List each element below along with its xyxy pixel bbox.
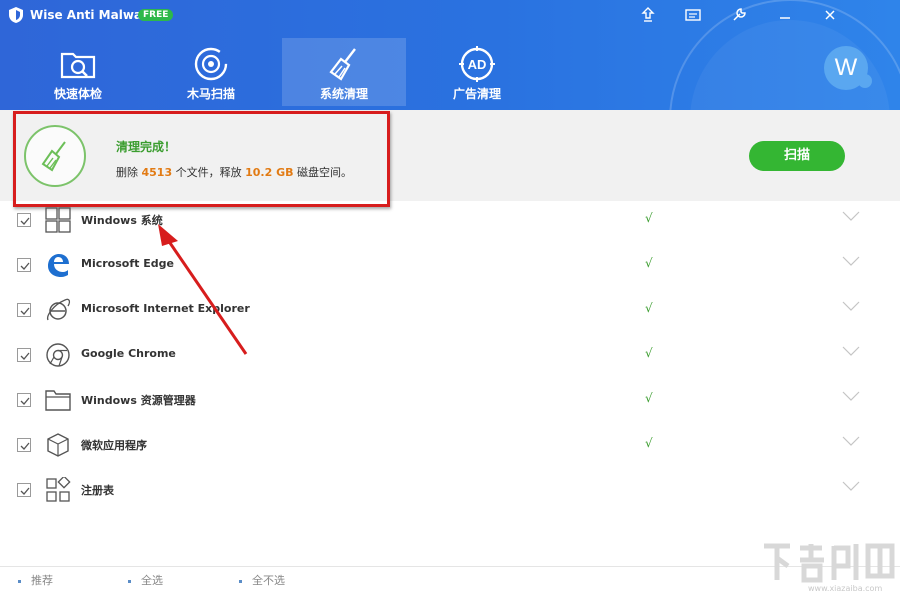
title-bar: Wise Anti Malware FREE <box>0 0 900 30</box>
tab-quick-check-label: 快速体检 <box>53 87 102 101</box>
list-item[interactable]: Google Chrome √ <box>0 336 900 381</box>
chrome-icon <box>46 343 70 367</box>
item-checkbox[interactable] <box>17 213 31 227</box>
item-checkbox[interactable] <box>17 483 31 497</box>
list-item[interactable]: Microsoft Internet Explorer √ <box>0 291 900 336</box>
free-badge: FREE <box>138 9 174 21</box>
tab-system-clean[interactable]: 系统清理 <box>282 38 406 106</box>
chevron-down-icon[interactable] <box>842 346 860 356</box>
tab-ad-clean[interactable]: AD 广告清理 <box>415 38 539 106</box>
checkmark-icon <box>20 352 30 360</box>
item-checkbox[interactable] <box>17 258 31 272</box>
upload-button[interactable] <box>637 5 659 25</box>
upload-icon <box>641 7 655 22</box>
watermark-url: www.xiazaiba.com <box>808 584 883 593</box>
chevron-down-icon[interactable] <box>842 436 860 446</box>
annotation-highlight-box <box>13 111 390 207</box>
cube-icon <box>47 433 69 457</box>
item-label: 注册表 <box>81 484 114 497</box>
select-none-label: 全不选 <box>252 574 285 587</box>
bullet <box>239 579 242 583</box>
tab-trojan-scan-label: 木马扫描 <box>186 87 235 101</box>
watermark-logo <box>764 543 895 583</box>
list-item[interactable]: Windows 系统 √ <box>0 201 900 246</box>
radar-icon <box>194 47 228 81</box>
tab-ad-clean-label: 广告清理 <box>452 87 501 101</box>
item-label: Microsoft Edge <box>81 257 174 270</box>
minimize-button[interactable] <box>774 5 796 25</box>
item-checkbox[interactable] <box>17 393 31 407</box>
chevron-down-icon[interactable] <box>842 391 860 401</box>
broom-icon <box>329 48 356 81</box>
bullet <box>18 579 21 583</box>
item-label: Windows 资源管理器 <box>81 394 196 407</box>
list-item[interactable]: 注册表 <box>0 471 900 516</box>
folder-search-icon <box>60 52 96 79</box>
list-item[interactable]: Windows 资源管理器 √ <box>0 381 900 426</box>
tools-icon <box>733 8 746 21</box>
select-all-link[interactable]: 全选 <box>128 572 163 588</box>
svg-text:AD: AD <box>468 57 487 72</box>
select-none-link[interactable]: 全不选 <box>239 572 285 588</box>
item-label: Microsoft Internet Explorer <box>81 302 250 315</box>
item-status: √ <box>645 391 653 405</box>
windows-icon <box>45 207 71 233</box>
explorer-folder-icon <box>45 390 71 411</box>
checkmark-icon <box>20 487 30 495</box>
item-checkbox[interactable] <box>17 438 31 452</box>
tab-quick-check[interactable]: 快速体检 <box>16 38 140 106</box>
recommend-link[interactable]: 推荐 <box>18 572 53 588</box>
chevron-down-icon[interactable] <box>842 211 860 221</box>
item-status: √ <box>645 436 653 450</box>
chevron-down-icon[interactable] <box>842 301 860 311</box>
select-all-label: 全选 <box>141 574 163 587</box>
list-item[interactable]: 微软应用程序 √ <box>0 426 900 471</box>
item-label: Windows 系统 <box>81 214 163 227</box>
checkmark-icon <box>20 307 30 315</box>
tab-system-clean-label: 系统清理 <box>319 87 368 101</box>
checkmark-icon <box>20 217 30 225</box>
item-status: √ <box>645 346 653 360</box>
avatar[interactable]: W <box>824 46 868 90</box>
feedback-icon <box>685 9 701 21</box>
item-status: √ <box>645 211 653 225</box>
recommend-label: 推荐 <box>31 574 53 587</box>
minimize-icon <box>780 17 790 19</box>
chevron-down-icon[interactable] <box>842 481 860 491</box>
item-checkbox[interactable] <box>17 348 31 362</box>
item-label: 微软应用程序 <box>81 439 147 452</box>
tools-button[interactable] <box>728 5 750 25</box>
ad-icon: AD <box>459 46 495 82</box>
checkmark-icon <box>20 397 30 405</box>
shield-logo-icon <box>9 7 23 23</box>
item-checkbox[interactable] <box>17 303 31 317</box>
tab-trojan-scan[interactable]: 木马扫描 <box>149 38 273 106</box>
header-bar: Wise Anti Malware FREE 快速体检 木马扫描 系统清理 AD… <box>0 0 900 110</box>
ie-icon <box>47 298 71 321</box>
feedback-button[interactable] <box>682 5 704 25</box>
checkmark-icon <box>20 262 30 270</box>
list-item[interactable]: Microsoft Edge √ <box>0 246 900 291</box>
chevron-down-icon[interactable] <box>842 256 860 266</box>
edge-icon <box>48 254 69 277</box>
checkmark-icon <box>20 442 30 450</box>
close-button[interactable] <box>819 5 841 25</box>
close-icon <box>825 10 835 20</box>
item-status: √ <box>645 256 653 270</box>
registry-icon <box>46 477 71 502</box>
scan-button[interactable]: 扫描 <box>749 141 845 171</box>
item-status: √ <box>645 301 653 315</box>
bullet <box>128 579 131 583</box>
item-label: Google Chrome <box>81 347 176 360</box>
